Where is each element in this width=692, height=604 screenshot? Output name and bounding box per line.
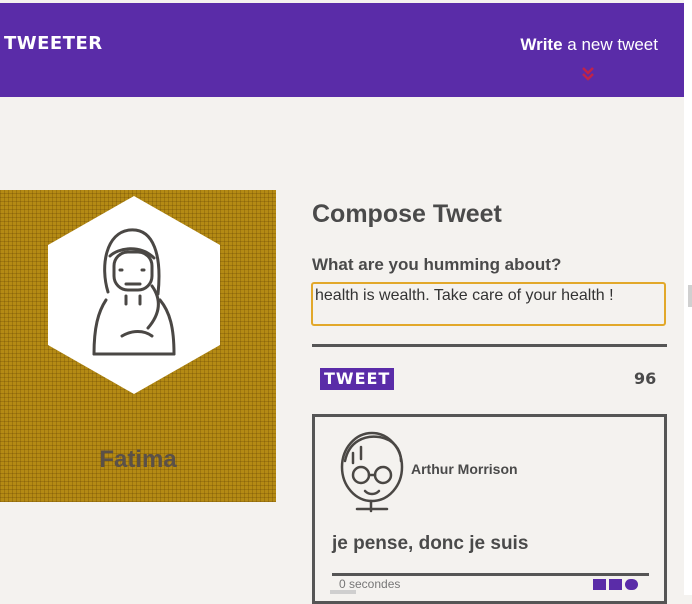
heart-icon[interactable] <box>625 579 638 590</box>
tweet-text: je pense, donc je suis <box>332 533 529 554</box>
woman-avatar-icon <box>48 196 220 394</box>
double-chevron-down-icon[interactable] <box>580 66 596 82</box>
tweet-divider <box>332 573 649 576</box>
tweet-actions <box>593 577 645 591</box>
app-logo[interactable]: TWEETER <box>4 33 103 54</box>
profile-name: Fatima <box>99 446 177 473</box>
character-counter: 96 <box>634 369 657 388</box>
write-label-rest: a new tweet <box>562 35 658 54</box>
tweet-timestamp: 0 secondes <box>339 577 401 591</box>
tweet-card: Arthur Morrison je pense, donc je suis 0… <box>312 414 667 604</box>
top-nav: TWEETER Write a new tweet <box>0 3 684 97</box>
write-new-tweet-link[interactable]: Write a new tweet <box>520 35 658 55</box>
compose-prompt: What are you humming about? <box>312 255 562 274</box>
compose-divider <box>312 344 667 347</box>
tweet-author: Arthur Morrison <box>411 461 518 477</box>
write-label-strong: Write <box>520 35 563 54</box>
tweet-button[interactable]: TWEET <box>320 368 395 390</box>
profile-card: Fatima <box>0 190 276 502</box>
flag-icon[interactable] <box>593 579 606 590</box>
tweet-input[interactable] <box>311 282 666 326</box>
compose-title: Compose Tweet <box>312 200 502 228</box>
bottom-scroll-handle[interactable] <box>330 590 356 594</box>
retweet-icon[interactable] <box>609 579 622 590</box>
side-scroll-handle[interactable] <box>688 285 692 307</box>
man-glasses-avatar-icon <box>340 431 404 513</box>
